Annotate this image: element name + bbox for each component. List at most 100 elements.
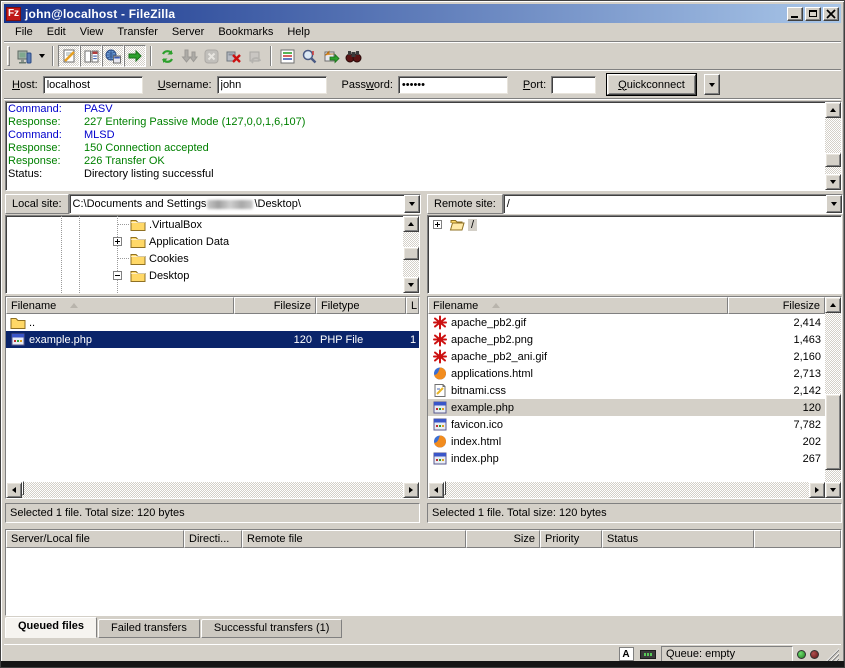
menu-server[interactable]: Server [165, 24, 211, 40]
scroll-up-button[interactable] [825, 102, 841, 118]
column-header-filesize[interactable]: Filesize [728, 297, 825, 314]
remote-list-horizontal-scrollbar[interactable] [428, 482, 825, 498]
host-input[interactable] [43, 76, 143, 94]
toggle-message-log-button[interactable] [58, 45, 80, 67]
pane-splitter[interactable] [420, 296, 427, 499]
local-tree-vertical-scrollbar[interactable] [403, 216, 419, 293]
scroll-thumb[interactable] [825, 394, 841, 470]
local-site-combo[interactable]: C:\Documents and Settings\Desktop\ [69, 194, 421, 214]
filter-button[interactable] [276, 45, 298, 67]
tree-item-root[interactable]: / [428, 216, 841, 233]
column-header-filename[interactable]: Filename [428, 297, 728, 314]
column-header-filesize[interactable]: Filesize [234, 297, 316, 314]
scroll-thumb[interactable] [22, 481, 24, 495]
log-vertical-scrollbar[interactable] [825, 102, 841, 190]
local-list-body[interactable]: .. example.php 120 PHP File 1 [6, 314, 419, 482]
column-header-direction[interactable]: Directi... [184, 530, 242, 548]
file-row[interactable]: favicon.ico 7,782 [428, 416, 825, 433]
file-row[interactable]: apache_pb2.png 1,463 [428, 331, 825, 348]
column-header-server-local-file[interactable]: Server/Local file [6, 530, 184, 548]
toggle-remote-tree-button[interactable] [102, 45, 124, 67]
speed-limits-indicator[interactable] [639, 647, 657, 662]
menu-help[interactable]: Help [280, 24, 317, 40]
minimize-button[interactable] [787, 7, 803, 21]
column-header-size[interactable]: Size [466, 530, 540, 548]
file-row[interactable]: apache_pb2.gif 2,414 [428, 314, 825, 331]
reconnect-button[interactable] [244, 45, 266, 67]
file-row-parent-dir[interactable]: .. [6, 314, 419, 331]
column-header-priority[interactable]: Priority [540, 530, 602, 548]
file-row[interactable]: index.php 267 [428, 450, 825, 467]
scroll-down-button[interactable] [825, 174, 841, 190]
scroll-right-button[interactable] [809, 482, 825, 498]
scroll-track[interactable] [403, 232, 419, 277]
remote-site-dropdown-button[interactable] [826, 195, 842, 213]
close-button[interactable] [823, 7, 839, 21]
site-manager-button[interactable] [13, 45, 35, 67]
scroll-right-button[interactable] [403, 482, 419, 498]
menu-transfer[interactable]: Transfer [110, 24, 165, 40]
tab-queued-files[interactable]: Queued files [5, 617, 97, 638]
scroll-thumb[interactable] [825, 153, 841, 167]
username-input[interactable] [217, 76, 327, 94]
tab-successful-transfers[interactable]: Successful transfers (1) [201, 619, 343, 638]
synchronized-browsing-button[interactable] [320, 45, 342, 67]
tree-item-cookies[interactable]: Cookies [6, 250, 403, 267]
quickconnect-button[interactable]: Quickconnect [607, 74, 696, 95]
column-header-lastmodified[interactable]: L [406, 297, 419, 314]
queue-body[interactable] [6, 548, 841, 615]
disconnect-button[interactable] [222, 45, 244, 67]
maximize-button[interactable] [805, 7, 821, 21]
remote-list-body[interactable]: apache_pb2.gif 2,414 apache_pb2.png 1,46… [428, 314, 825, 482]
scroll-thumb[interactable] [444, 481, 446, 495]
local-tree-area[interactable]: .VirtualBox Application Data Cookies [6, 216, 403, 293]
find-files-button[interactable] [342, 45, 364, 67]
tab-failed-transfers[interactable]: Failed transfers [98, 619, 200, 638]
file-row[interactable]: applications.html 2,713 [428, 365, 825, 382]
compare-directories-button[interactable] [298, 45, 320, 67]
scroll-track[interactable] [825, 313, 841, 482]
menu-view[interactable]: View [73, 24, 111, 40]
refresh-button[interactable] [156, 45, 178, 67]
file-row[interactable]: index.html 202 [428, 433, 825, 450]
tree-item-virtualbox[interactable]: .VirtualBox [6, 216, 403, 233]
scroll-down-button[interactable] [403, 277, 419, 293]
column-header-filename[interactable]: Filename [6, 297, 234, 314]
cancel-operation-button[interactable] [200, 45, 222, 67]
toggle-transfer-queue-button[interactable] [124, 45, 146, 67]
scroll-up-button[interactable] [403, 216, 419, 232]
transfer-type-indicator[interactable]: A [617, 647, 635, 662]
scroll-left-button[interactable] [428, 482, 444, 498]
menu-file[interactable]: File [8, 24, 40, 40]
scroll-track[interactable] [825, 118, 841, 174]
menu-bookmarks[interactable]: Bookmarks [211, 24, 280, 40]
tree-item-application-data[interactable]: Application Data [6, 233, 403, 250]
file-row[interactable]: apache_pb2_ani.gif 2,160 [428, 348, 825, 365]
column-header-remote-file[interactable]: Remote file [242, 530, 466, 548]
column-header-status[interactable]: Status [602, 530, 754, 548]
scroll-track[interactable] [444, 482, 809, 498]
file-row-selected[interactable]: example.php 120 [428, 399, 825, 416]
expand-minus-icon[interactable] [113, 271, 122, 280]
scroll-thumb[interactable] [403, 247, 419, 260]
remote-tree-area[interactable]: / [428, 216, 841, 293]
window-resize-grip[interactable] [825, 647, 839, 661]
column-header-filetype[interactable]: Filetype [316, 297, 406, 314]
pane-splitter[interactable] [420, 194, 427, 294]
scroll-up-button[interactable] [825, 297, 841, 313]
quickconnect-dropdown-button[interactable] [704, 74, 720, 95]
expand-plus-icon[interactable] [113, 237, 122, 246]
password-input[interactable] [398, 76, 508, 94]
toggle-directory-trees-button[interactable] [80, 45, 102, 67]
site-manager-dropdown-button[interactable] [35, 45, 48, 67]
process-queue-button[interactable] [178, 45, 200, 67]
remote-list-vertical-scrollbar[interactable] [825, 297, 841, 498]
scroll-left-button[interactable] [6, 482, 22, 498]
local-list-horizontal-scrollbar[interactable] [6, 482, 419, 498]
remote-site-combo[interactable]: / [503, 194, 843, 214]
port-input[interactable] [551, 76, 596, 94]
scroll-track[interactable] [22, 482, 403, 498]
scroll-down-button[interactable] [825, 482, 841, 498]
file-row[interactable]: bitnami.css 2,142 [428, 382, 825, 399]
menu-edit[interactable]: Edit [40, 24, 73, 40]
